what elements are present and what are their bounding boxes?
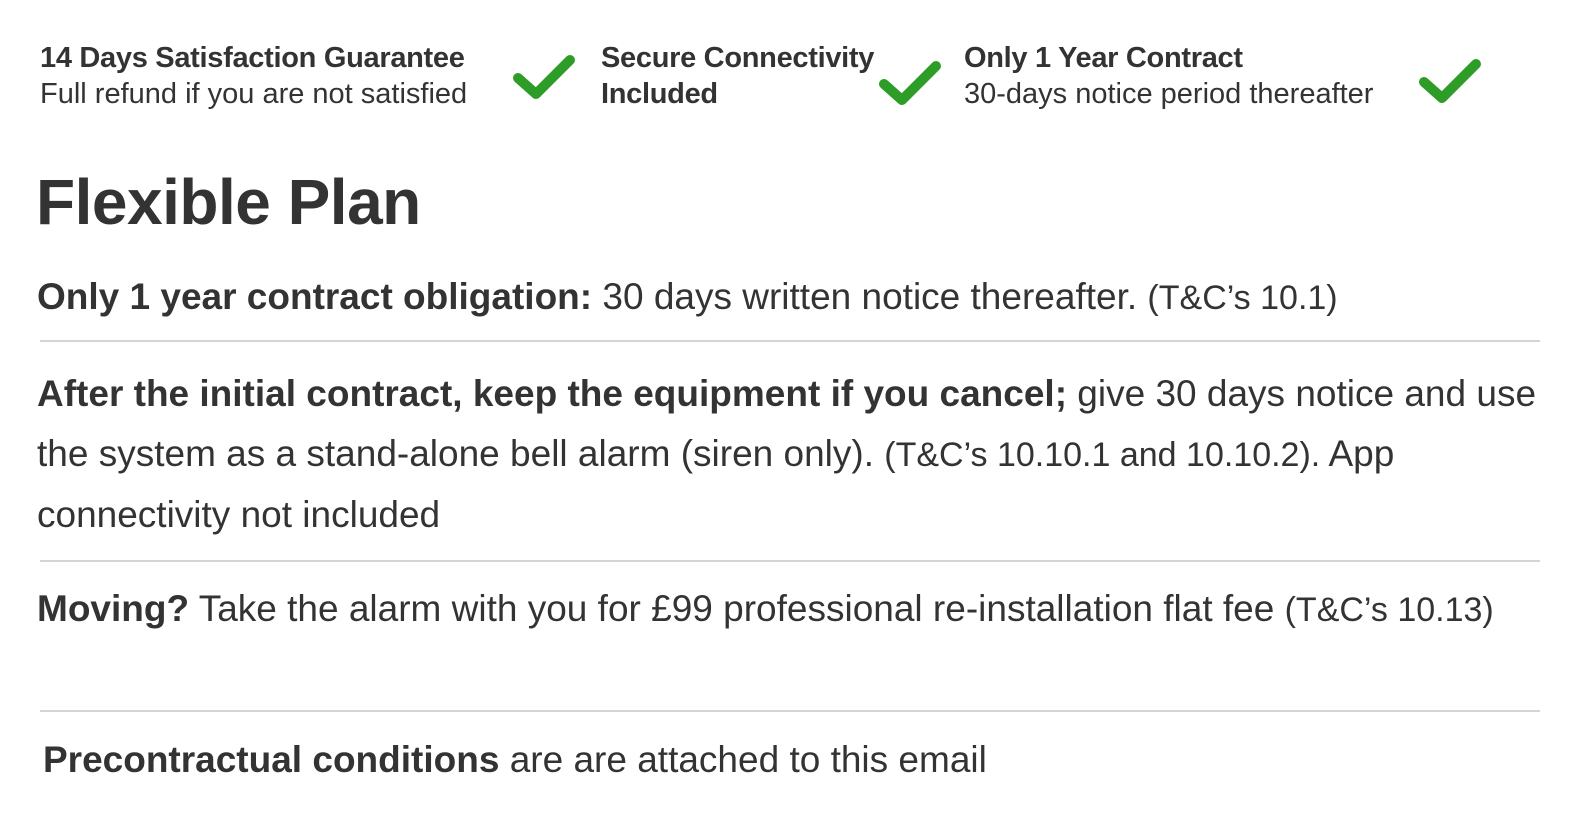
item-text: Take the alarm with you for £99 professi… [189,588,1275,629]
check-icon [878,58,942,108]
feature-secure-connectivity: Secure Connectivity Included [601,40,874,112]
item-bold-label: Moving? [37,588,190,629]
item-text: are are attached to this email [499,739,987,780]
feature-title: Only 1 Year Contract [964,42,1243,74]
features-bar: 14 Days Satisfaction Guarantee Full refu… [0,0,1582,130]
check-icon [512,52,576,102]
feature-subtitle: Included [601,78,718,110]
terms-reference: (T&C’s 10.1) [1147,279,1338,317]
plan-item-moving: Moving? Take the alarm with you for £99 … [37,582,1542,637]
feature-one-year-contract: Only 1 Year Contract 30-days notice peri… [964,40,1373,112]
item-bold-label: After the initial contract, keep the equ… [37,373,1068,414]
feature-subtitle: 30-days notice period thereafter [964,78,1374,110]
item-text: 30 days written notice thereafter. [592,276,1138,317]
terms-reference: (T&C’s 10.10.1 and 10.10.2). [884,436,1321,474]
feature-subtitle: Full refund if you are not satisfied [40,78,468,110]
terms-reference: (T&C’s 10.13) [1284,591,1494,629]
feature-satisfaction-guarantee: 14 Days Satisfaction Guarantee Full refu… [40,40,467,112]
plan-item-precontractual: Precontractual conditions are are attach… [43,734,1548,786]
divider [40,340,1540,342]
feature-title: Secure Connectivity [601,42,875,74]
check-icon [1418,56,1482,106]
plan-item-contract-obligation: Only 1 year contract obligation: 30 days… [37,272,1542,323]
plan-item-keep-equipment: After the initial contract, keep the equ… [37,364,1542,545]
item-bold-label: Precontractual conditions [43,739,500,780]
divider [40,710,1540,712]
divider [40,560,1540,562]
feature-title: 14 Days Satisfaction Guarantee [40,42,465,74]
plan-title: Flexible Plan [36,166,421,238]
item-bold-label: Only 1 year contract obligation: [37,276,593,317]
